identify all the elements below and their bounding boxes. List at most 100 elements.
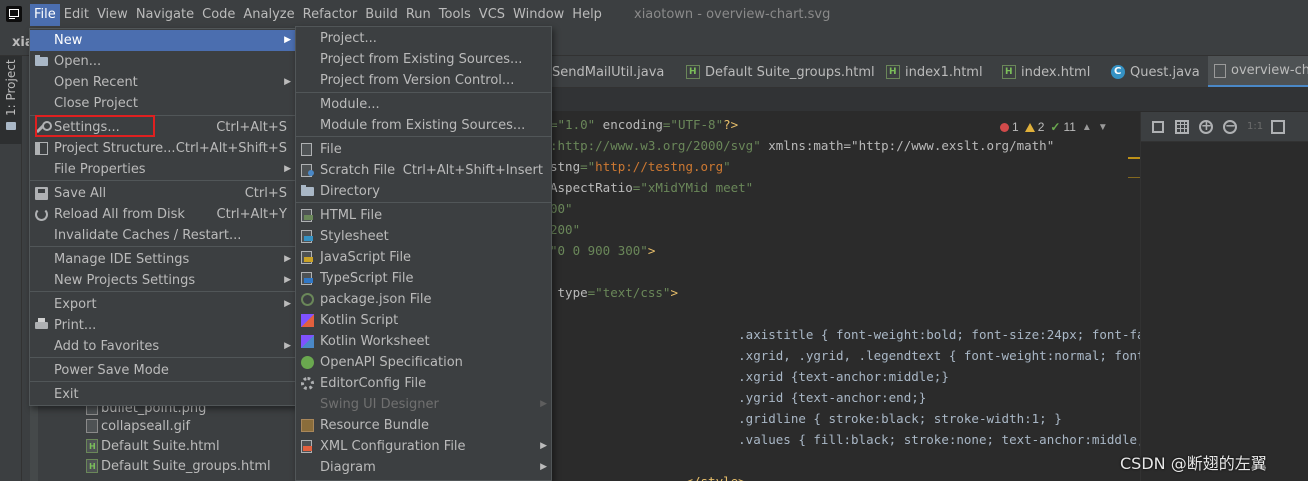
menu-item-directory[interactable]: Directory	[296, 181, 551, 202]
menu-help[interactable]: Help	[568, 4, 606, 26]
code-token: 200"	[550, 222, 581, 237]
warning-marker[interactable]	[1128, 157, 1140, 159]
tree-item[interactable]: Default Suite_groups.html	[86, 456, 271, 476]
grid-icon[interactable]	[1175, 119, 1189, 134]
error-count[interactable]: 1	[1000, 120, 1019, 134]
menu-item-new[interactable]: New ▶	[30, 30, 295, 51]
menu-item-resource-bundle[interactable]: Resource Bundle	[296, 415, 551, 436]
menu-item-kotlin-script[interactable]: Kotlin Script	[296, 310, 551, 331]
folder-icon	[6, 122, 16, 130]
menu-refactor[interactable]: Refactor	[299, 4, 362, 26]
menu-item-stylesheet[interactable]: Stylesheet	[296, 226, 551, 247]
menu-analyze[interactable]: Analyze	[239, 4, 298, 26]
warning-count[interactable]: 2	[1024, 120, 1044, 134]
tree-item[interactable]: Default Suite.html	[86, 436, 220, 456]
next-highlight-button[interactable]: ▼	[1098, 122, 1108, 133]
menu-item-new-projects-settings[interactable]: New Projects Settings ▶	[30, 270, 295, 291]
menu-item-kotlin-worksheet[interactable]: Kotlin Worksheet	[296, 331, 551, 352]
menu-run[interactable]: Run	[402, 4, 435, 26]
menu-item-project[interactable]: Project...	[296, 28, 551, 49]
tree-item[interactable]: collapseall.gif	[86, 416, 190, 436]
menu-item-project-from-version-control[interactable]: Project from Version Control...	[296, 70, 551, 91]
zoom-out-icon[interactable]: −	[1223, 119, 1237, 134]
editor-tab[interactable]: overview-cha	[1208, 56, 1308, 87]
menu-item-label: Scratch File	[320, 163, 396, 178]
project-structure-icon	[35, 142, 48, 155]
menu-item-typescript-file[interactable]: TypeScript File	[296, 268, 551, 289]
menu-item-module-from-existing-sources[interactable]: Module from Existing Sources...	[296, 115, 551, 136]
menu-file[interactable]: File	[30, 4, 60, 26]
menu-item-file[interactable]: File	[296, 139, 551, 160]
previous-highlight-button[interactable]: ▲	[1082, 122, 1092, 133]
menu-item-label: Close Project	[54, 96, 139, 111]
chevron-up-icon: ▲	[1081, 121, 1092, 133]
editor-tab[interactable]: index.html	[996, 56, 1101, 87]
editor-tab-label: overview-cha	[1231, 63, 1308, 78]
menu-window[interactable]: Window	[509, 4, 568, 26]
menu-item-save-all[interactable]: Save All Ctrl+S	[30, 183, 295, 204]
editor-scroll-markers[interactable]	[1126, 112, 1140, 481]
code-line: </style>	[550, 471, 745, 481]
menu-item-html-file[interactable]: HTML File	[296, 205, 551, 226]
javascript-file-icon	[301, 251, 313, 264]
menu-separator	[30, 357, 295, 358]
menu-item-project-structure[interactable]: Project Structure... Ctrl+Alt+Shift+S	[30, 138, 295, 159]
menu-item-open-recent[interactable]: Open Recent ▶	[30, 72, 295, 93]
menu-item-invalidate-caches-restart[interactable]: Invalidate Caches / Restart...	[30, 225, 295, 246]
menu-item-label: package.json File	[320, 292, 432, 307]
menu-separator	[296, 92, 551, 93]
menu-item-xml-configuration-file[interactable]: XML Configuration File ▶	[296, 436, 551, 457]
code-editor[interactable]: ="1.0" encoding="UTF-8"?>:http://www.w3.…	[550, 112, 1182, 481]
fit-icon[interactable]	[1151, 120, 1165, 134]
code-token: ="text/css"	[587, 285, 671, 300]
menu-view[interactable]: View	[93, 4, 132, 26]
menu-build[interactable]: Build	[361, 4, 402, 26]
actual-size-icon[interactable]: 1:1	[1247, 120, 1263, 134]
inspection-widget[interactable]: 1 2 ✓ 11 ▲ ▼	[1000, 118, 1108, 136]
menu-item-module[interactable]: Module...	[296, 94, 551, 115]
menu-item-close-project[interactable]: Close Project	[30, 93, 295, 114]
ok-count[interactable]: ✓ 11	[1050, 120, 1076, 134]
warning-marker[interactable]	[1128, 177, 1140, 178]
menu-item-print[interactable]: Print...	[30, 315, 295, 336]
editor-tabs: SendMailUtil.java Default Suite_groups.ht…	[550, 56, 1308, 88]
menu-item-scratch-file[interactable]: Scratch File Ctrl+Alt+Shift+Insert	[296, 160, 551, 181]
menu-item-export[interactable]: Export ▶	[30, 294, 295, 315]
menu-item-exit[interactable]: Exit	[30, 384, 295, 405]
menu-item-label: Project Structure...	[54, 141, 176, 156]
menu-tools[interactable]: Tools	[435, 4, 475, 26]
menu-navigate[interactable]: Navigate	[132, 4, 198, 26]
code-token: </style>	[550, 474, 745, 481]
editor-tab[interactable]: index1.html	[880, 56, 992, 87]
menu-item-reload-all-from-disk[interactable]: Reload All from Disk Ctrl+Alt+Y	[30, 204, 295, 225]
menu-item-power-save-mode[interactable]: Power Save Mode	[30, 360, 295, 381]
menu-item-manage-ide-settings[interactable]: Manage IDE Settings ▶	[30, 249, 295, 270]
zoom-in-icon[interactable]: +	[1199, 119, 1213, 134]
code-line: 00"	[550, 198, 573, 219]
submenu-arrow-icon: ▶	[540, 399, 547, 409]
code-line: .gridline { stroke:black; stroke-width:1…	[550, 408, 1062, 429]
project-tool-window-button[interactable]: 1: Project	[0, 56, 22, 144]
fit-zoom-icon[interactable]	[1271, 119, 1285, 134]
editor-tab[interactable]: SendMailUtil.java	[552, 56, 676, 87]
menu-vcs[interactable]: VCS	[475, 4, 509, 26]
menu-code[interactable]: Code	[198, 4, 239, 26]
menu-item-project-from-existing-sources[interactable]: Project from Existing Sources...	[296, 49, 551, 70]
menu-item-add-to-favorites[interactable]: Add to Favorites ▶	[30, 336, 295, 357]
menu-item-label: Save All	[54, 186, 107, 201]
menu-item-package-json-file[interactable]: package.json File	[296, 289, 551, 310]
menu-item-diagram[interactable]: Diagram ▶	[296, 457, 551, 478]
editor-tab[interactable]: Default Suite_groups.html	[680, 56, 875, 87]
menu-item-label: Project from Existing Sources...	[320, 52, 523, 67]
xml-file-icon	[301, 440, 312, 453]
menu-item-javascript-file[interactable]: JavaScript File	[296, 247, 551, 268]
menu-edit[interactable]: Edit	[60, 4, 93, 26]
editor-tab[interactable]: Quest.java	[1105, 56, 1200, 87]
menu-item-file-properties[interactable]: File Properties ▶	[30, 159, 295, 180]
left-tool-stripe: 1: Project	[0, 56, 22, 481]
code-line: .xgrid {text-anchor:middle;}	[550, 366, 949, 387]
menu-item-label: Power Save Mode	[54, 363, 169, 378]
menu-item-open[interactable]: Open...	[30, 51, 295, 72]
menu-item-editorconfig-file[interactable]: EditorConfig File	[296, 373, 551, 394]
menu-item-openapi-specification[interactable]: OpenAPI Specification	[296, 352, 551, 373]
